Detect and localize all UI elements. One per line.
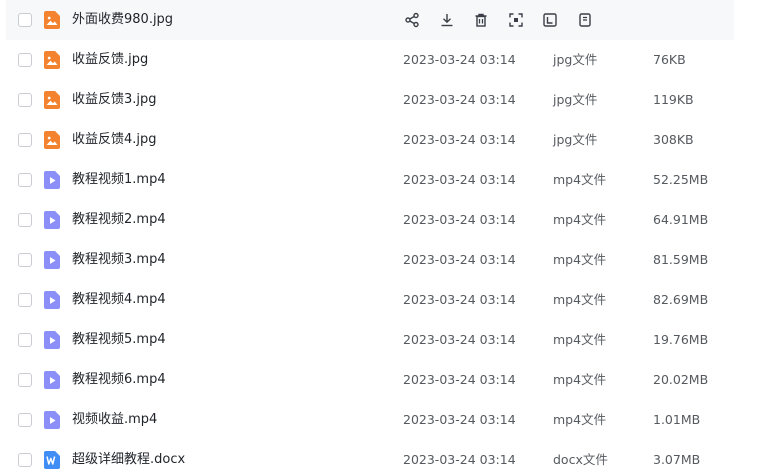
file-type: docx文件 bbox=[553, 452, 608, 467]
row-checkbox[interactable] bbox=[18, 453, 32, 467]
file-name[interactable]: 教程视频4.mp4 bbox=[72, 280, 166, 320]
row-checkbox[interactable] bbox=[18, 173, 32, 187]
file-type: jpg文件 bbox=[553, 52, 598, 67]
image-file-icon bbox=[44, 11, 60, 29]
file-size: 3.07MB bbox=[653, 452, 701, 467]
file-type: jpg文件 bbox=[553, 132, 598, 147]
file-size: 20.02MB bbox=[653, 372, 709, 387]
file-modified-time: 2023-03-24 03:14 bbox=[403, 412, 516, 427]
file-name[interactable]: 教程视频3.mp4 bbox=[72, 240, 166, 280]
file-size: 308KB bbox=[653, 132, 694, 147]
delete-icon[interactable] bbox=[471, 10, 491, 30]
file-row[interactable]: 教程视频5.mp4 2023-03-24 03:14 mp4文件 19.76MB bbox=[6, 320, 734, 360]
video-file-icon bbox=[44, 411, 60, 429]
file-row[interactable]: 视频收益.mp4 2023-03-24 03:14 mp4文件 1.01MB bbox=[6, 400, 734, 440]
file-modified-time: 2023-03-24 03:14 bbox=[403, 212, 516, 227]
video-file-icon bbox=[44, 371, 60, 389]
file-modified-time: 2023-03-24 03:14 bbox=[403, 132, 516, 147]
file-size: 19.76MB bbox=[653, 332, 709, 347]
file-name[interactable]: 收益反馈4.jpg bbox=[72, 120, 157, 160]
file-modified-time: 2023-03-24 03:14 bbox=[403, 92, 516, 107]
file-modified-time: 2023-03-24 03:14 bbox=[403, 52, 516, 67]
text-extract-icon[interactable] bbox=[540, 10, 560, 30]
file-size: 81.59MB bbox=[653, 252, 709, 267]
file-size: 52.25MB bbox=[653, 172, 709, 187]
file-row[interactable]: 教程视频6.mp4 2023-03-24 03:14 mp4文件 20.02MB bbox=[6, 360, 734, 400]
file-row[interactable]: 教程视频3.mp4 2023-03-24 03:14 mp4文件 81.59MB bbox=[6, 240, 734, 280]
file-name[interactable]: 教程视频2.mp4 bbox=[72, 200, 166, 240]
file-row[interactable]: 教程视频2.mp4 2023-03-24 03:14 mp4文件 64.91MB bbox=[6, 200, 734, 240]
row-checkbox[interactable] bbox=[18, 293, 32, 307]
file-type: mp4文件 bbox=[553, 332, 607, 347]
file-name[interactable]: 超级详细教程.docx bbox=[72, 440, 185, 476]
file-name[interactable]: 收益反馈.jpg bbox=[72, 40, 148, 80]
row-checkbox[interactable] bbox=[18, 213, 32, 227]
file-type: mp4文件 bbox=[553, 412, 607, 427]
file-name[interactable]: 教程视频6.mp4 bbox=[72, 360, 166, 400]
file-row[interactable]: 超级详细教程.docx 2023-03-24 03:14 docx文件 3.07MB bbox=[6, 440, 734, 476]
file-type: mp4文件 bbox=[553, 212, 607, 227]
file-type: mp4文件 bbox=[553, 252, 607, 267]
row-checkbox[interactable] bbox=[18, 333, 32, 347]
scan-icon[interactable] bbox=[506, 10, 526, 30]
file-size: 82.69MB bbox=[653, 292, 709, 307]
file-name[interactable]: 教程视频5.mp4 bbox=[72, 320, 166, 360]
file-modified-time: 2023-03-24 03:14 bbox=[403, 372, 516, 387]
file-name[interactable]: 外面收费980.jpg bbox=[72, 0, 173, 40]
file-modified-time: 2023-03-24 03:14 bbox=[403, 172, 516, 187]
image-file-icon bbox=[44, 131, 60, 149]
file-row[interactable]: 教程视频4.mp4 2023-03-24 03:14 mp4文件 82.69MB bbox=[6, 280, 734, 320]
video-file-icon bbox=[44, 211, 60, 229]
file-row[interactable]: 收益反馈.jpg 2023-03-24 03:14 jpg文件 76KB bbox=[6, 40, 734, 80]
file-size: 1.01MB bbox=[653, 412, 701, 427]
file-size: 64.91MB bbox=[653, 212, 709, 227]
file-row[interactable]: 收益反馈4.jpg 2023-03-24 03:14 jpg文件 308KB bbox=[6, 120, 734, 160]
row-actions bbox=[402, 10, 610, 30]
file-type: mp4文件 bbox=[553, 372, 607, 387]
file-type: jpg文件 bbox=[553, 92, 598, 107]
file-modified-time: 2023-03-24 03:14 bbox=[403, 252, 516, 267]
file-name[interactable]: 教程视频1.mp4 bbox=[72, 160, 166, 200]
image-file-icon bbox=[44, 51, 60, 69]
file-row[interactable]: 教程视频1.mp4 2023-03-24 03:14 mp4文件 52.25MB bbox=[6, 160, 734, 200]
file-modified-time: 2023-03-24 03:14 bbox=[403, 332, 516, 347]
video-file-icon bbox=[44, 251, 60, 269]
file-size: 76KB bbox=[653, 52, 686, 67]
word-file-icon bbox=[44, 451, 60, 469]
file-modified-time: 2023-03-24 03:14 bbox=[403, 292, 516, 307]
download-icon[interactable] bbox=[437, 10, 457, 30]
image-file-icon bbox=[44, 91, 60, 109]
file-name[interactable]: 收益反馈3.jpg bbox=[72, 80, 157, 120]
more-icon[interactable] bbox=[575, 10, 595, 30]
file-size: 119KB bbox=[653, 92, 694, 107]
file-name[interactable]: 视频收益.mp4 bbox=[72, 400, 157, 440]
video-file-icon bbox=[44, 291, 60, 309]
share-icon[interactable] bbox=[402, 10, 422, 30]
video-file-icon bbox=[44, 331, 60, 349]
row-checkbox[interactable] bbox=[18, 373, 32, 387]
row-checkbox[interactable] bbox=[18, 53, 32, 67]
file-row[interactable]: 外面收费980.jpg bbox=[6, 0, 734, 40]
row-checkbox[interactable] bbox=[18, 13, 32, 27]
row-checkbox[interactable] bbox=[18, 93, 32, 107]
file-modified-time: 2023-03-24 03:14 bbox=[403, 452, 516, 467]
file-list: 外面收费980.jpg 收益反馈.jpg 2023-03-24 03:14 jpg文… bbox=[0, 0, 765, 476]
file-row[interactable]: 收益反馈3.jpg 2023-03-24 03:14 jpg文件 119KB bbox=[6, 80, 734, 120]
file-type: mp4文件 bbox=[553, 172, 607, 187]
row-checkbox[interactable] bbox=[18, 413, 32, 427]
row-checkbox[interactable] bbox=[18, 253, 32, 267]
video-file-icon bbox=[44, 171, 60, 189]
row-checkbox[interactable] bbox=[18, 133, 32, 147]
file-type: mp4文件 bbox=[553, 292, 607, 307]
